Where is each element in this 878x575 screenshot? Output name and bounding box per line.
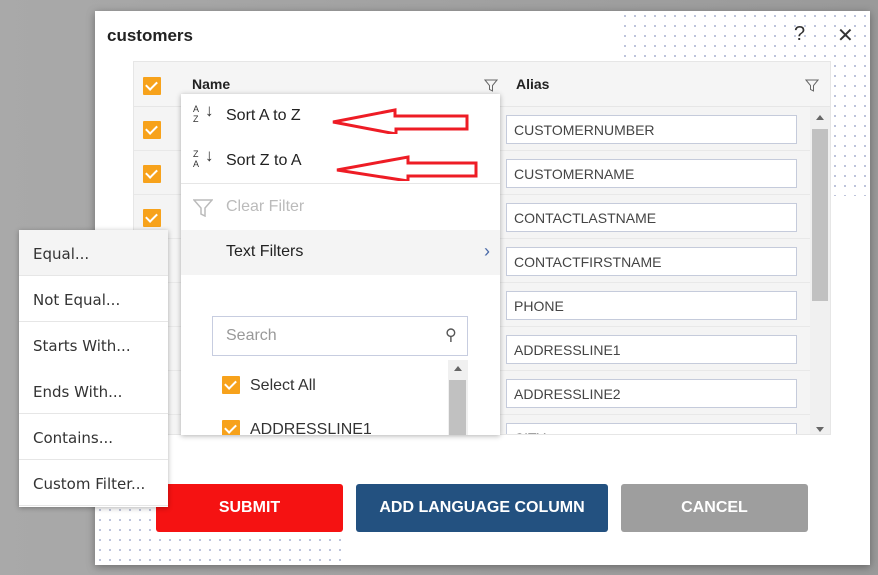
row-checkbox[interactable]: [143, 209, 161, 227]
submenu-item[interactable]: Custom Filter...: [19, 460, 168, 506]
filter-search-input[interactable]: Search ⚲: [212, 316, 468, 356]
annotation-arrow: [332, 108, 469, 134]
sort-z-to-a-label: Sort Z to A: [226, 152, 302, 169]
submenu-item[interactable]: Ends With...: [19, 368, 168, 414]
column-filter-menu: A Z ↓ Sort A to Z Z A ↓ Sort Z to A Clear Fi…: [181, 94, 500, 435]
close-icon[interactable]: ✕: [837, 23, 854, 48]
select-all-checkbox[interactable]: [222, 376, 240, 394]
row-checkbox[interactable]: [143, 121, 161, 139]
scroll-up-icon[interactable]: [816, 115, 824, 120]
dialog-title: customers: [107, 26, 193, 45]
item-checkbox[interactable]: [222, 420, 240, 435]
filter-icon: [193, 199, 213, 217]
text-filters-label: Text Filters: [226, 243, 304, 260]
submit-button[interactable]: SUBMIT: [156, 484, 343, 532]
alias-input[interactable]: CONTACTLASTNAME: [506, 203, 797, 232]
scroll-up-icon[interactable]: [454, 366, 462, 371]
clear-filter-label: Clear Filter: [226, 198, 305, 215]
text-filters-submenu: Equal... Not Equal... Starts With... Ends W…: [19, 230, 168, 507]
alias-input[interactable]: ADDRESSLINE1: [506, 335, 797, 364]
grid-scrollbar[interactable]: [810, 107, 830, 434]
scroll-down-icon[interactable]: [816, 427, 824, 432]
sort-a-to-z-label: Sort A to Z: [226, 107, 301, 124]
alias-input[interactable]: CONTACTFIRSTNAME: [506, 247, 797, 276]
chevron-right-icon: ›: [484, 241, 490, 261]
submenu-item[interactable]: Contains...: [19, 414, 168, 460]
search-placeholder: Search: [226, 327, 277, 344]
alias-input[interactable]: CITY: [506, 423, 797, 434]
clear-filter[interactable]: Clear Filter: [181, 185, 500, 230]
cancel-button[interactable]: CANCEL: [621, 484, 808, 532]
submenu-item[interactable]: Equal...: [19, 230, 168, 276]
text-filters[interactable]: Text Filters ›: [181, 230, 500, 275]
column-header-alias[interactable]: Alias: [516, 76, 549, 92]
alias-input[interactable]: CUSTOMERNUMBER: [506, 115, 797, 144]
column-header-name[interactable]: Name: [192, 76, 230, 92]
submenu-item[interactable]: Starts With...: [19, 322, 168, 368]
filter-item-label: ADDRESSLINE1: [250, 421, 372, 435]
filter-list-scrollbar[interactable]: [448, 360, 468, 435]
annotation-arrow: [336, 155, 478, 181]
filter-icon[interactable]: [805, 79, 819, 92]
select-all-checkbox[interactable]: [143, 77, 161, 95]
alias-input[interactable]: CUSTOMERNAME: [506, 159, 797, 188]
sort-descending-icon: Z A ↓: [193, 146, 214, 169]
help-icon[interactable]: ?: [794, 23, 805, 46]
search-icon: ⚲: [445, 327, 457, 344]
add-language-column-button[interactable]: ADD LANGUAGE COLUMN: [356, 484, 608, 532]
scrollbar-thumb[interactable]: [449, 380, 466, 435]
select-all-label: Select All: [250, 377, 316, 394]
row-checkbox[interactable]: [143, 165, 161, 183]
alias-input[interactable]: ADDRESSLINE2: [506, 379, 797, 408]
scrollbar-thumb[interactable]: [812, 129, 828, 301]
sort-ascending-icon: A Z ↓: [193, 101, 214, 124]
submenu-item[interactable]: Not Equal...: [19, 276, 168, 322]
filter-icon[interactable]: [484, 79, 498, 92]
alias-input[interactable]: PHONE: [506, 291, 797, 320]
